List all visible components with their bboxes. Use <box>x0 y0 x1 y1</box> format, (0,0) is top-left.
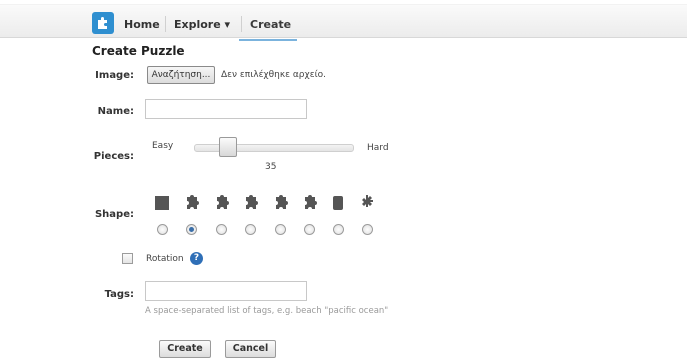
nav-divider <box>165 16 166 32</box>
shape-jigsaw-icon[interactable] <box>181 193 201 213</box>
shape-radio-cylinder[interactable] <box>333 224 344 235</box>
shape-radio-jigsaw-1[interactable] <box>186 224 197 235</box>
image-label: Image: <box>95 70 134 81</box>
tags-input[interactable] <box>145 281 307 301</box>
shape-jigsaw-icon[interactable] <box>211 193 231 213</box>
shape-label: Shape: <box>94 209 134 220</box>
pieces-slider-handle[interactable] <box>219 137 237 157</box>
nav-divider <box>241 16 242 32</box>
shape-radio-jigsaw-5[interactable] <box>304 224 315 235</box>
nav-active-indicator <box>239 39 297 41</box>
name-input[interactable] <box>145 99 307 119</box>
shape-gear-icon[interactable] <box>357 193 377 213</box>
create-button[interactable]: Create <box>159 340 211 358</box>
cancel-button[interactable]: Cancel <box>225 340 276 358</box>
shape-radio-jigsaw-4[interactable] <box>275 224 286 235</box>
shape-radio-jigsaw-3[interactable] <box>245 224 256 235</box>
tags-hint: A space-separated list of tags, e.g. bea… <box>145 306 389 316</box>
pieces-slider-track[interactable] <box>194 144 354 152</box>
file-browse-button[interactable]: Αναζήτηση... <box>147 66 215 84</box>
pieces-count: 35 <box>265 162 277 172</box>
top-nav-bar: Home Explore ▾ Create <box>0 4 687 41</box>
shape-radio-square[interactable] <box>157 224 168 235</box>
shape-square-icon[interactable] <box>152 193 172 213</box>
rotation-checkbox[interactable] <box>122 253 133 264</box>
nav-explore[interactable]: Explore ▾ <box>174 18 230 31</box>
file-status-text: Δεν επιλέχθηκε αρχείο. <box>221 70 326 80</box>
difficulty-easy-label: Easy <box>152 141 174 151</box>
nav-home[interactable]: Home <box>124 18 160 31</box>
help-icon[interactable]: ? <box>190 252 203 265</box>
nav-create[interactable]: Create <box>250 18 291 31</box>
difficulty-hard-label: Hard <box>367 143 389 153</box>
shape-radio-gear[interactable] <box>362 224 373 235</box>
rotation-label: Rotation <box>146 254 184 264</box>
page-title: Create Puzzle <box>92 44 185 58</box>
tags-label: Tags: <box>104 289 134 300</box>
shape-jigsaw-icon[interactable] <box>299 193 319 213</box>
shape-radio-jigsaw-2[interactable] <box>216 224 227 235</box>
name-label: Name: <box>97 106 134 117</box>
shape-jigsaw-icon[interactable] <box>240 193 260 213</box>
pieces-label: Pieces: <box>93 151 134 162</box>
shape-jigsaw-icon[interactable] <box>270 193 290 213</box>
puzzle-logo-icon[interactable] <box>92 12 114 34</box>
shape-cylinder-icon[interactable] <box>328 193 348 213</box>
